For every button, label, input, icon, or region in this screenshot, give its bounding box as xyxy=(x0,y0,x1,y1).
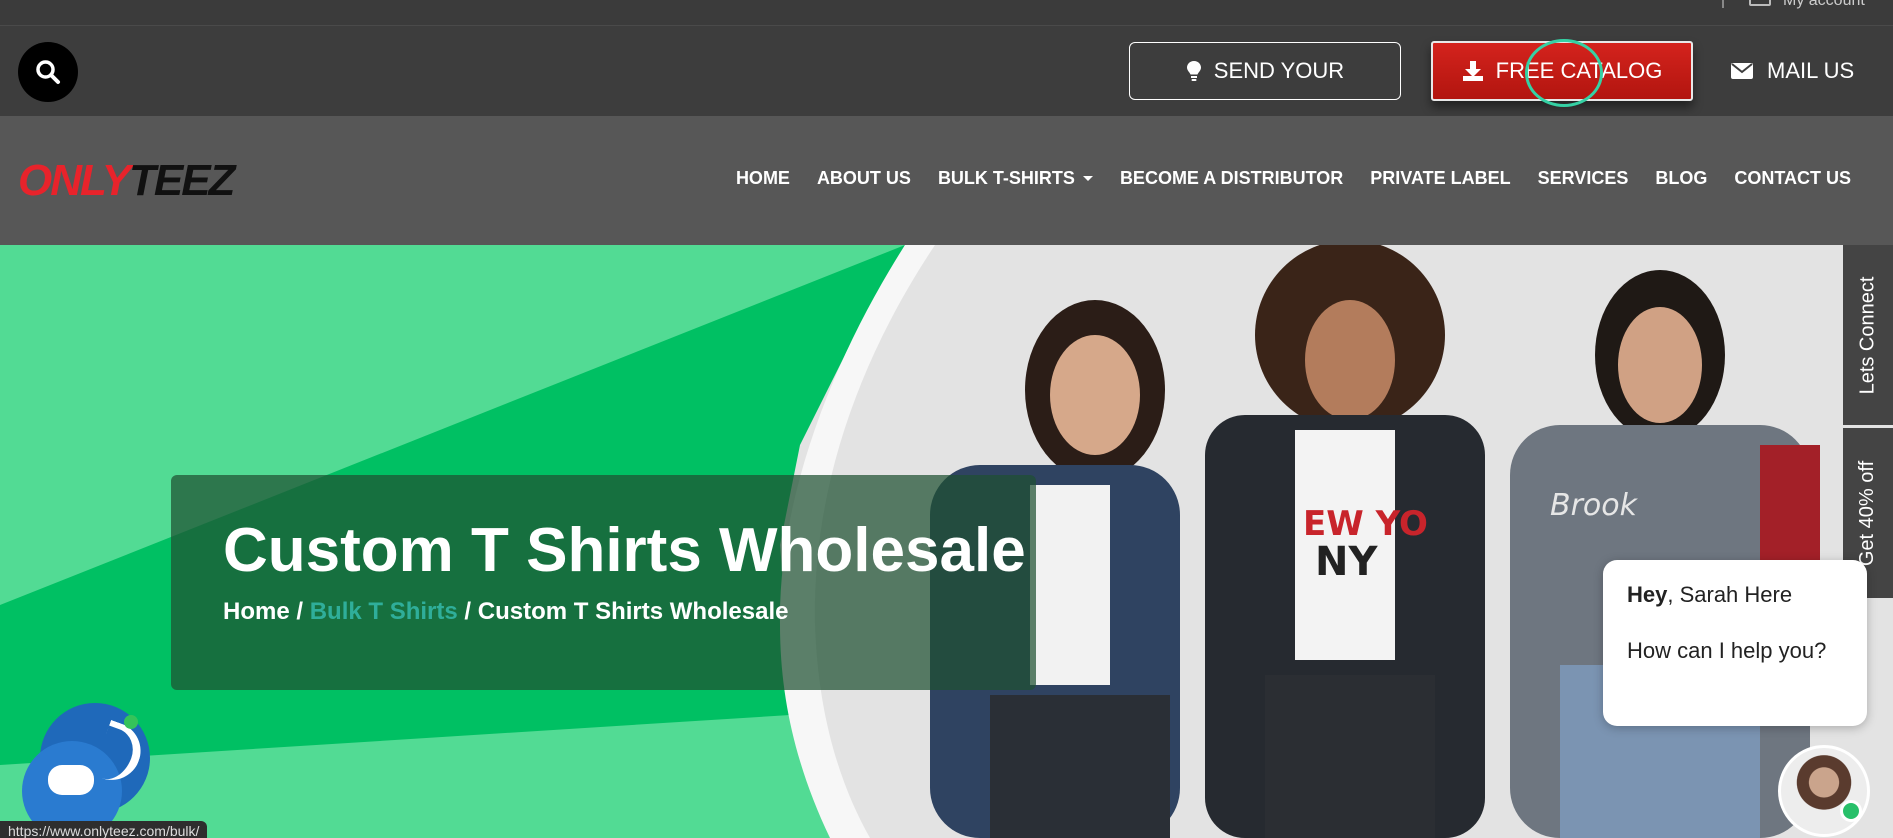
caret-down-icon xyxy=(1082,176,1093,181)
status-bar-url: https://www.onlyteez.com/bulk/ xyxy=(0,821,208,838)
action-bar: SEND YOUR FREE CATALOG MAIL US xyxy=(0,26,1893,116)
logo-part-only: ONLY xyxy=(18,156,131,205)
click-indicator xyxy=(1525,39,1603,107)
chat-question: How can I help you? xyxy=(1627,638,1827,663)
search-button[interactable] xyxy=(18,42,78,102)
lightbulb-icon xyxy=(1186,61,1201,81)
breadcrumb: Home / Bulk T Shirts / Custom T Shirts W… xyxy=(223,598,984,626)
breadcrumb-bulk-tshirts[interactable]: Bulk T Shirts xyxy=(310,598,458,625)
nav-private-label[interactable]: PRIVATE LABEL xyxy=(1370,168,1510,189)
download-icon xyxy=(1462,61,1483,81)
nav-menu: HOME ABOUT US BULK T-SHIRTS BECOME A DIS… xyxy=(736,168,1851,189)
free-catalog-button[interactable]: FREE CATALOG xyxy=(1431,39,1693,107)
search-icon xyxy=(36,60,60,84)
top-strip: My account xyxy=(0,0,1893,26)
nav-become-distributor[interactable]: BECOME A DISTRIBUTOR xyxy=(1120,168,1343,189)
chat-greeting-line: Hey, Sarah Here xyxy=(1627,582,1843,608)
mail-us-button[interactable]: MAIL US xyxy=(1731,42,1854,100)
mail-us-label: MAIL US xyxy=(1767,58,1855,83)
chat-greeting-bold: Hey xyxy=(1627,582,1668,607)
nav-services[interactable]: SERVICES xyxy=(1538,168,1629,189)
svg-text:NY: NY xyxy=(1315,539,1378,585)
nav-about-us[interactable]: ABOUT US xyxy=(817,168,911,189)
hero-section: EW YO NY Brook Custom T Shirts Wholesale… xyxy=(0,245,1893,838)
chat-greeting-bubble[interactable]: Hey, Sarah Here How can I help you? xyxy=(1603,560,1867,726)
nav-bulk-tshirts[interactable]: BULK T-SHIRTS xyxy=(938,168,1093,189)
chat-online-dot xyxy=(124,715,138,729)
nav-home[interactable]: HOME xyxy=(736,168,790,189)
nav-blog[interactable]: BLOG xyxy=(1655,168,1707,189)
envelope-icon xyxy=(1731,63,1753,79)
chat-greeting-rest: , Sarah Here xyxy=(1667,582,1793,607)
top-divider xyxy=(1722,0,1724,8)
online-status-dot xyxy=(1840,800,1862,822)
breadcrumb-separator: / xyxy=(289,598,310,625)
page-title-banner: Custom T Shirts Wholesale Home / Bulk T … xyxy=(171,475,1036,690)
svg-text:Brook: Brook xyxy=(1550,488,1639,523)
page-title: Custom T Shirts Wholesale xyxy=(223,516,1026,585)
logo-part-teez: TEEZ xyxy=(128,156,235,205)
account-link[interactable]: My account xyxy=(1783,0,1865,10)
breadcrumb-home[interactable]: Home xyxy=(223,598,290,625)
lets-connect-label: Lets Connect xyxy=(1856,276,1879,394)
get-40-off-label: Get 40% off xyxy=(1856,460,1879,566)
breadcrumb-separator: / xyxy=(457,598,478,625)
breadcrumb-current: Custom T Shirts Wholesale xyxy=(477,598,789,625)
svg-text:EW YO: EW YO xyxy=(1303,504,1428,544)
nav-bulk-tshirts-label: BULK T-SHIRTS xyxy=(937,168,1075,188)
chat-launcher[interactable] xyxy=(22,703,152,838)
nav-contact-us[interactable]: CONTACT US xyxy=(1734,168,1851,189)
send-your-label: SEND YOUR xyxy=(1213,58,1345,83)
site-logo[interactable]: ONLYTEEZ xyxy=(18,156,235,206)
account-icon[interactable] xyxy=(1749,0,1771,6)
main-navbar: ONLYTEEZ HOME ABOUT US BULK T-SHIRTS BEC… xyxy=(0,116,1893,245)
chat-bubble-icon xyxy=(48,765,94,795)
lets-connect-tab[interactable]: Lets Connect xyxy=(1843,245,1893,425)
agent-avatar[interactable] xyxy=(1778,745,1870,837)
send-your-button[interactable]: SEND YOUR xyxy=(1129,42,1401,100)
